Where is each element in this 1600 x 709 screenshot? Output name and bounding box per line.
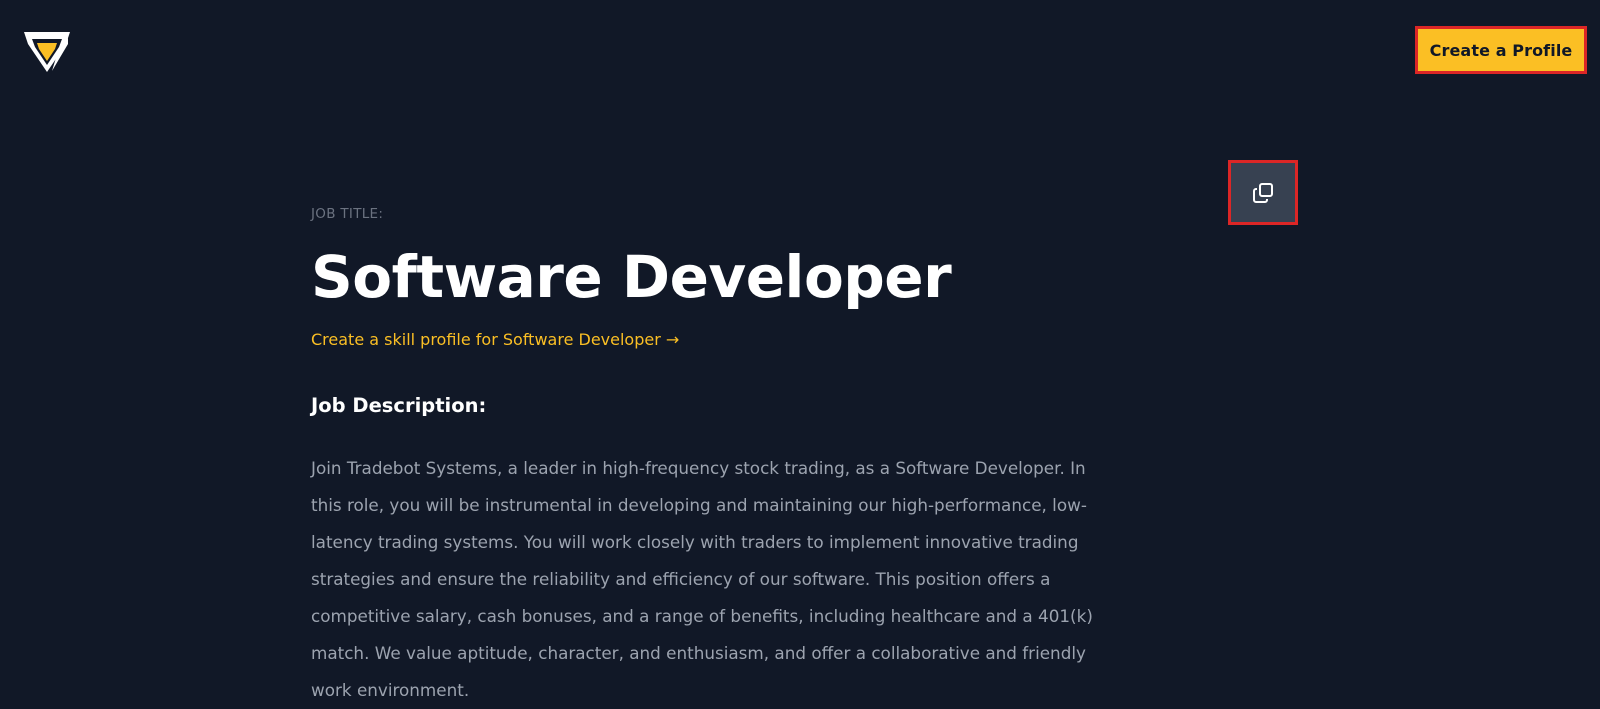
job-description-heading: Job Description: <box>311 394 487 417</box>
create-skill-profile-link[interactable]: Create a skill profile for Software Deve… <box>311 328 679 352</box>
copy-icon <box>1253 182 1273 203</box>
job-description-text: Join Tradebot Systems, a leader in high-… <box>311 458 1093 700</box>
job-title-label: JOB TITLE: <box>311 206 384 222</box>
shield-logo-icon[interactable] <box>22 24 72 74</box>
page-title: Software Developer <box>311 243 952 311</box>
copy-button[interactable] <box>1228 160 1298 225</box>
job-content: JOB TITLE: Software Developer Create a s… <box>311 204 1101 709</box>
create-profile-button[interactable]: Create a Profile <box>1415 26 1587 74</box>
